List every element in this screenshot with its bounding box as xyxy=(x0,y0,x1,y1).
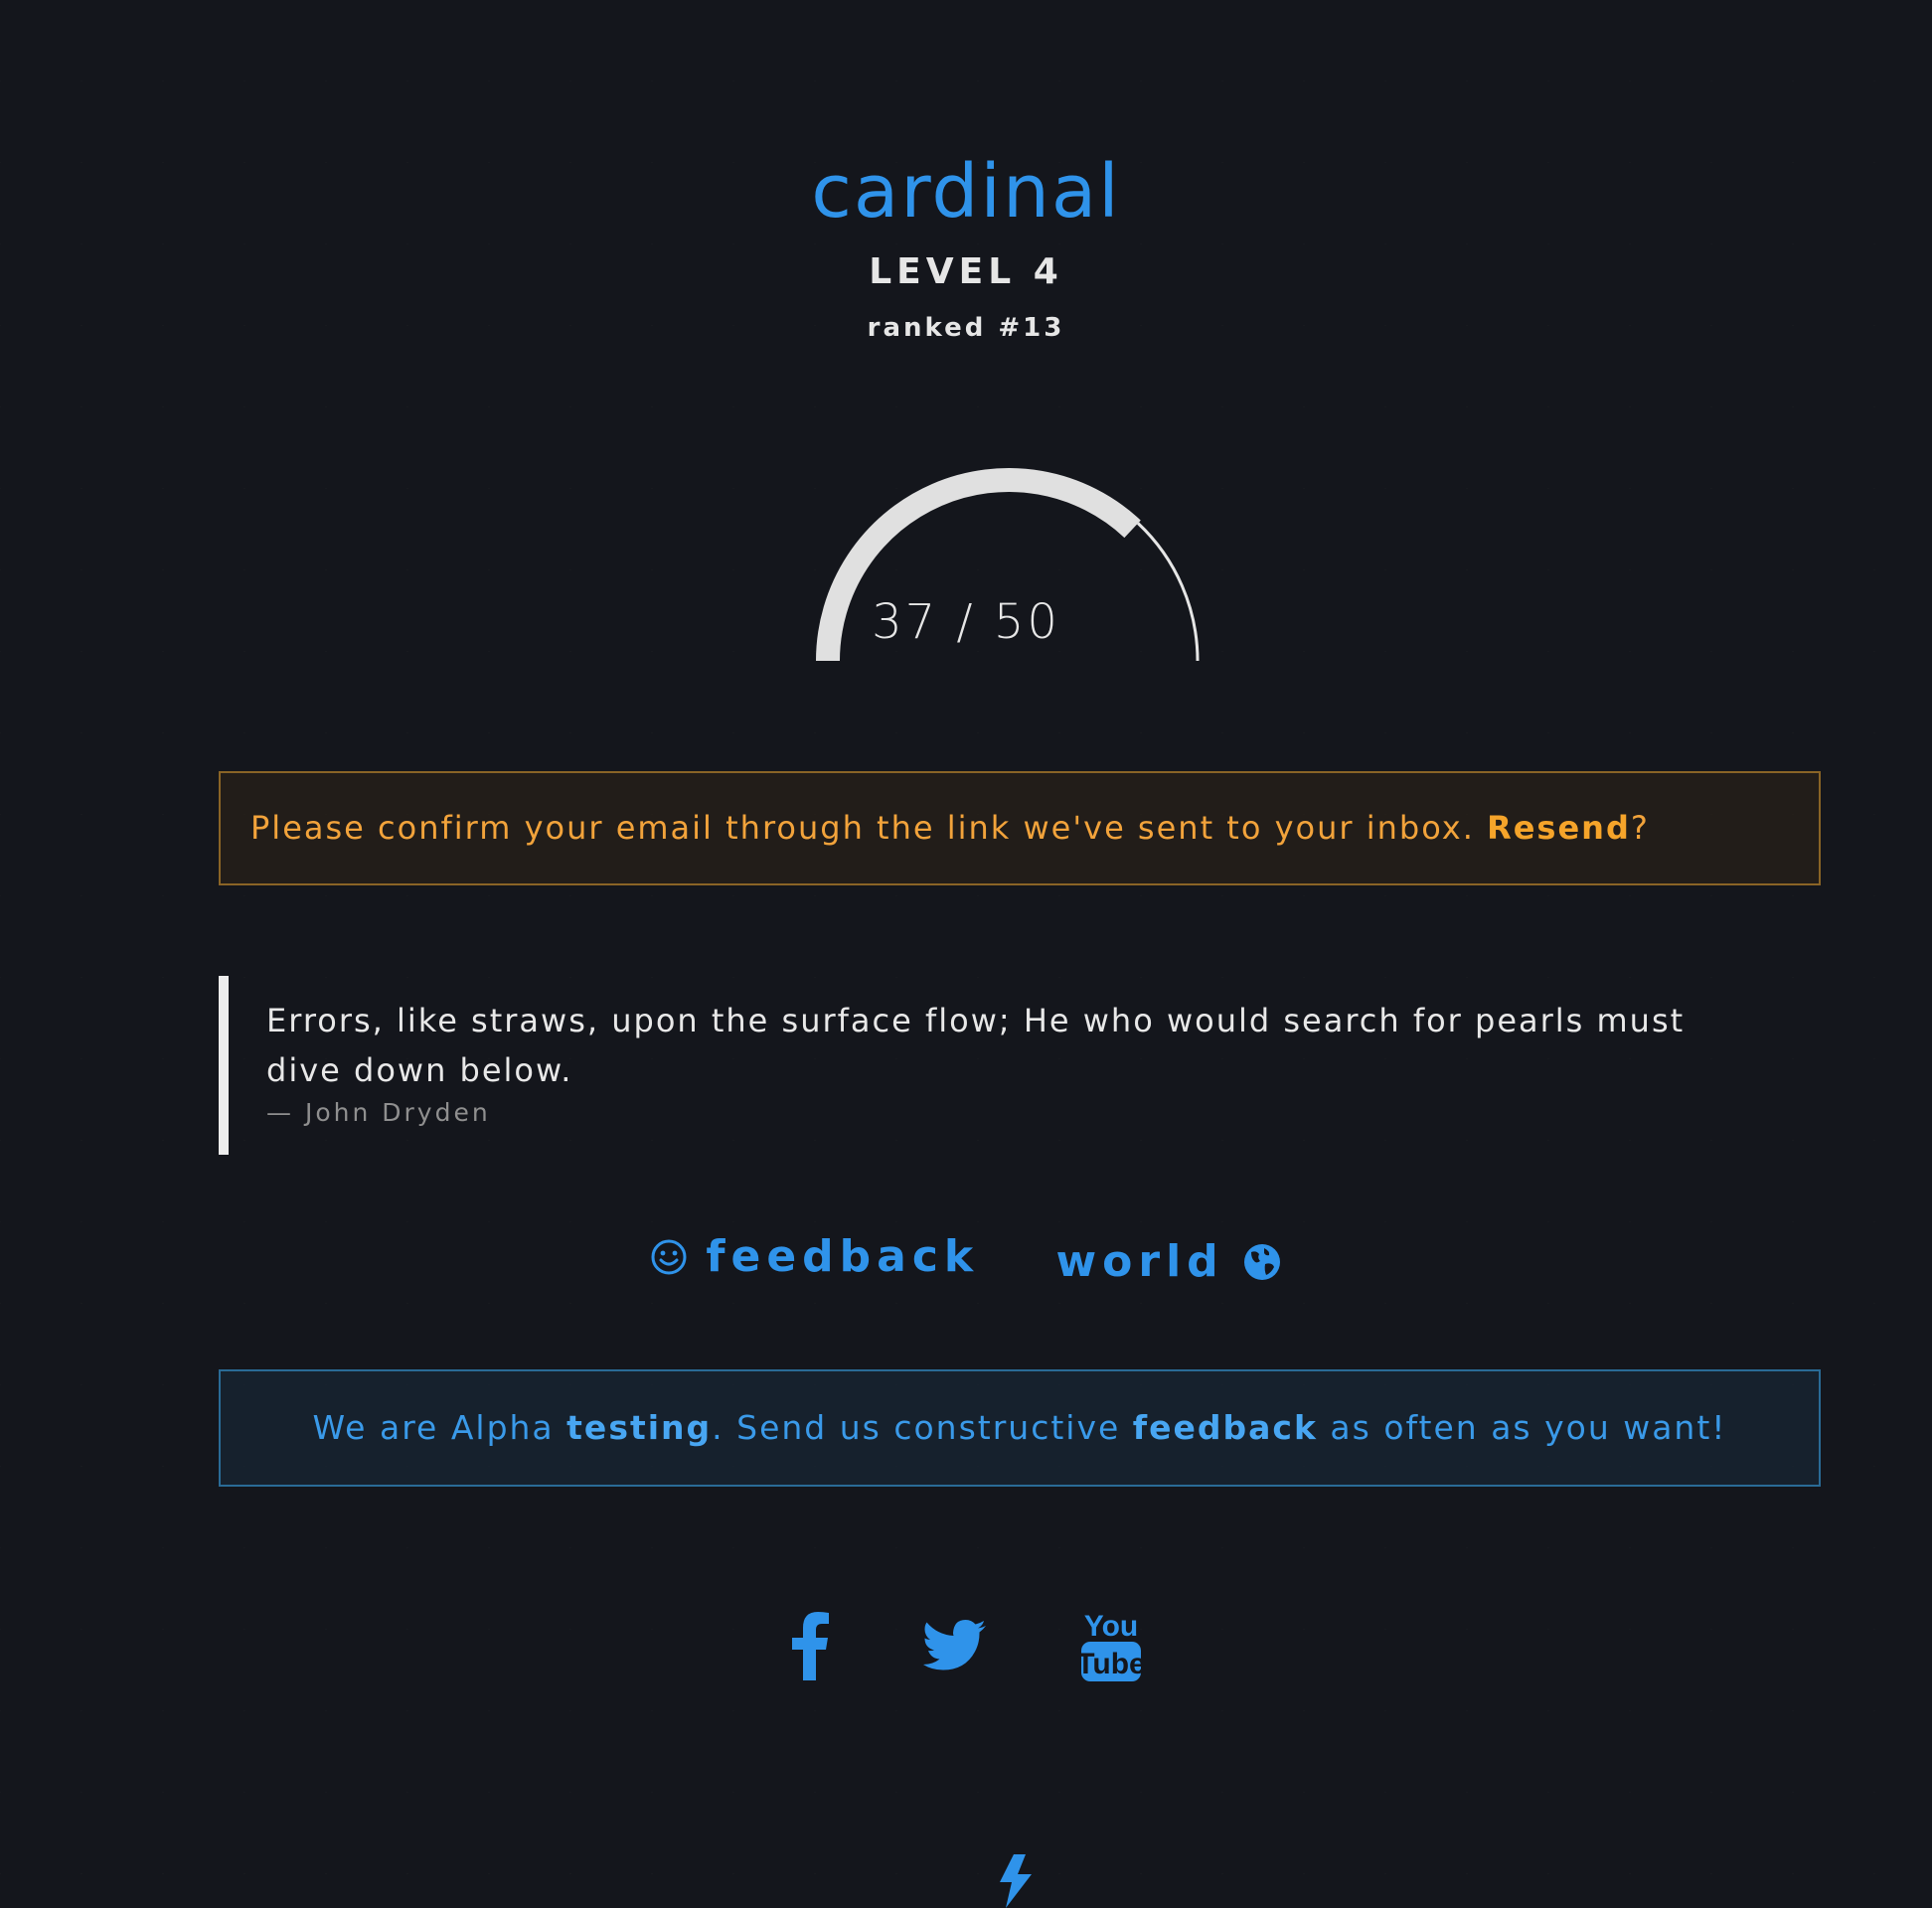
rank-label: ranked #13 xyxy=(867,313,1065,343)
email-confirm-message: Please confirm your email through the li… xyxy=(250,809,1488,847)
level-label: LEVEL 4 xyxy=(869,251,1063,292)
youtube-icon: You Tube xyxy=(1076,1610,1146,1681)
smiley-icon xyxy=(651,1239,687,1275)
twitter-link[interactable] xyxy=(923,1619,987,1676)
feedback-link[interactable]: feedback xyxy=(650,1227,979,1287)
nav-links: feedback world xyxy=(0,1227,1932,1292)
feedback-link-label: feedback xyxy=(706,1231,980,1282)
username-title: cardinal xyxy=(811,149,1121,235)
email-confirm-suffix: ? xyxy=(1630,809,1650,847)
progress-label: 37 / 50 xyxy=(872,594,1060,650)
youtube-tube-text: Tube xyxy=(1079,1648,1143,1680)
twitter-icon xyxy=(923,1620,986,1670)
alpha-testing-alert: We are Alpha testing. Send us constructi… xyxy=(219,1369,1821,1487)
youtube-you-text: You xyxy=(1084,1610,1138,1643)
alpha-text-3: as often as you want! xyxy=(1317,1408,1727,1447)
testing-link[interactable]: testing xyxy=(566,1408,712,1447)
quote-block: Errors, like straws, upon the surface fl… xyxy=(219,976,1749,1155)
quote-author: — John Dryden xyxy=(266,1098,491,1127)
resend-link[interactable]: Resend xyxy=(1487,809,1631,847)
world-link-label: world xyxy=(1055,1236,1224,1287)
facebook-icon xyxy=(791,1612,829,1680)
alpha-text-1: We are Alpha xyxy=(312,1408,567,1447)
social-links: You Tube xyxy=(0,1608,1932,1697)
email-confirm-alert: Please confirm your email through the li… xyxy=(219,771,1821,885)
feedback-alert-link[interactable]: feedback xyxy=(1133,1408,1318,1447)
facebook-link[interactable] xyxy=(789,1611,831,1684)
youtube-link[interactable]: You Tube xyxy=(1076,1608,1146,1687)
lightning-icon xyxy=(1000,1854,1032,1908)
alpha-text-2: . Send us constructive xyxy=(712,1408,1133,1447)
world-link[interactable]: world xyxy=(1056,1232,1282,1292)
globe-icon xyxy=(1243,1244,1280,1280)
quote-text: Errors, like straws, upon the surface fl… xyxy=(266,1002,1686,1089)
